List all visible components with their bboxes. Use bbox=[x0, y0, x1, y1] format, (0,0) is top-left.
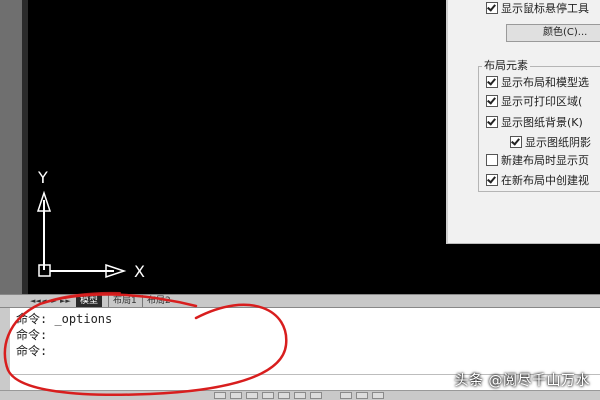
status-bar bbox=[0, 390, 600, 400]
status-toggle-button[interactable] bbox=[310, 392, 322, 399]
status-toggle-button[interactable] bbox=[262, 392, 274, 399]
prev-tab-arrow-icon[interactable]: ◄ bbox=[40, 296, 48, 306]
status-toggle-button[interactable] bbox=[278, 392, 290, 399]
status-toggle-button[interactable] bbox=[372, 392, 384, 399]
layout-tab-strip: ◄◄ ◄ ► ►► 模型 布局1 布局2 bbox=[0, 294, 600, 308]
status-toggle-button[interactable] bbox=[340, 392, 352, 399]
layout-elements-title: 布局元素 bbox=[482, 57, 530, 73]
options-dialog: 显示鼠标悬停工具 颜色(C)... 布局元素 显示布局和模型选 显示可打印区域(… bbox=[446, 0, 600, 244]
first-tab-arrow-icon[interactable]: ◄◄ bbox=[30, 296, 41, 306]
layout-option-checkbox[interactable] bbox=[486, 174, 498, 186]
layout-option-label: 在新布局中创建视 bbox=[501, 174, 589, 187]
rollover-toolbar-label: 显示鼠标悬停工具 bbox=[501, 2, 589, 15]
layout-option-label: 显示图纸阴影 bbox=[525, 136, 591, 149]
last-tab-arrow-icon[interactable]: ►► bbox=[60, 296, 71, 306]
layout-option-label: 显示可打印区域( bbox=[501, 95, 583, 108]
layout-option-label: 显示图纸背景(K) bbox=[501, 116, 583, 129]
layout-option-row[interactable]: 显示图纸阴影 bbox=[510, 134, 591, 150]
command-prompt-line[interactable]: 命令: bbox=[16, 344, 47, 358]
layout-option-checkbox[interactable] bbox=[486, 154, 498, 166]
layout-option-row[interactable]: 显示可打印区域( bbox=[486, 93, 582, 109]
layout-option-label: 新建布局时显示页 bbox=[501, 154, 589, 167]
color-button-label: 颜色(C)... bbox=[543, 27, 588, 38]
tab-nav-arrows: ◄◄ ◄ ► ►► bbox=[30, 296, 71, 306]
ucs-x-label: X bbox=[134, 262, 145, 281]
status-toggle-button[interactable] bbox=[356, 392, 368, 399]
status-toggle-button[interactable] bbox=[230, 392, 242, 399]
layout-option-label: 显示布局和模型选 bbox=[501, 76, 589, 89]
command-history-line: 命令: bbox=[16, 328, 48, 342]
layout-option-row[interactable]: 新建布局时显示页 bbox=[486, 152, 589, 168]
next-tab-arrow-icon[interactable]: ► bbox=[50, 296, 58, 306]
layout-option-row[interactable]: 在新布局中创建视 bbox=[486, 172, 589, 188]
rollover-toolbar-checkbox[interactable] bbox=[486, 2, 498, 14]
command-history-line: 命令: _options bbox=[16, 312, 113, 326]
status-toggle-button[interactable] bbox=[294, 392, 306, 399]
color-button[interactable]: 颜色(C)... bbox=[506, 24, 600, 42]
layout-option-row[interactable]: 显示图纸背景(K) bbox=[486, 114, 583, 130]
layout-option-checkbox[interactable] bbox=[486, 116, 498, 128]
status-toggle-button[interactable] bbox=[246, 392, 258, 399]
ucs-y-label: Y bbox=[37, 168, 48, 187]
layout-option-checkbox[interactable] bbox=[510, 136, 522, 148]
tab-model[interactable]: 模型 bbox=[76, 295, 103, 307]
layout-option-checkbox[interactable] bbox=[486, 76, 498, 88]
status-toggle-button[interactable] bbox=[214, 392, 226, 399]
ucs-icon: Y X bbox=[36, 168, 145, 281]
layout-option-row[interactable]: 显示布局和模型选 bbox=[486, 74, 589, 90]
watermark: 头条 @阅尽千山万水 bbox=[454, 373, 590, 389]
rollover-toolbar-option[interactable]: 显示鼠标悬停工具 bbox=[486, 0, 589, 16]
layout-option-checkbox[interactable] bbox=[486, 95, 498, 107]
tab-layout1[interactable]: 布局1 bbox=[108, 295, 141, 307]
tab-layout2[interactable]: 布局2 bbox=[142, 295, 175, 307]
